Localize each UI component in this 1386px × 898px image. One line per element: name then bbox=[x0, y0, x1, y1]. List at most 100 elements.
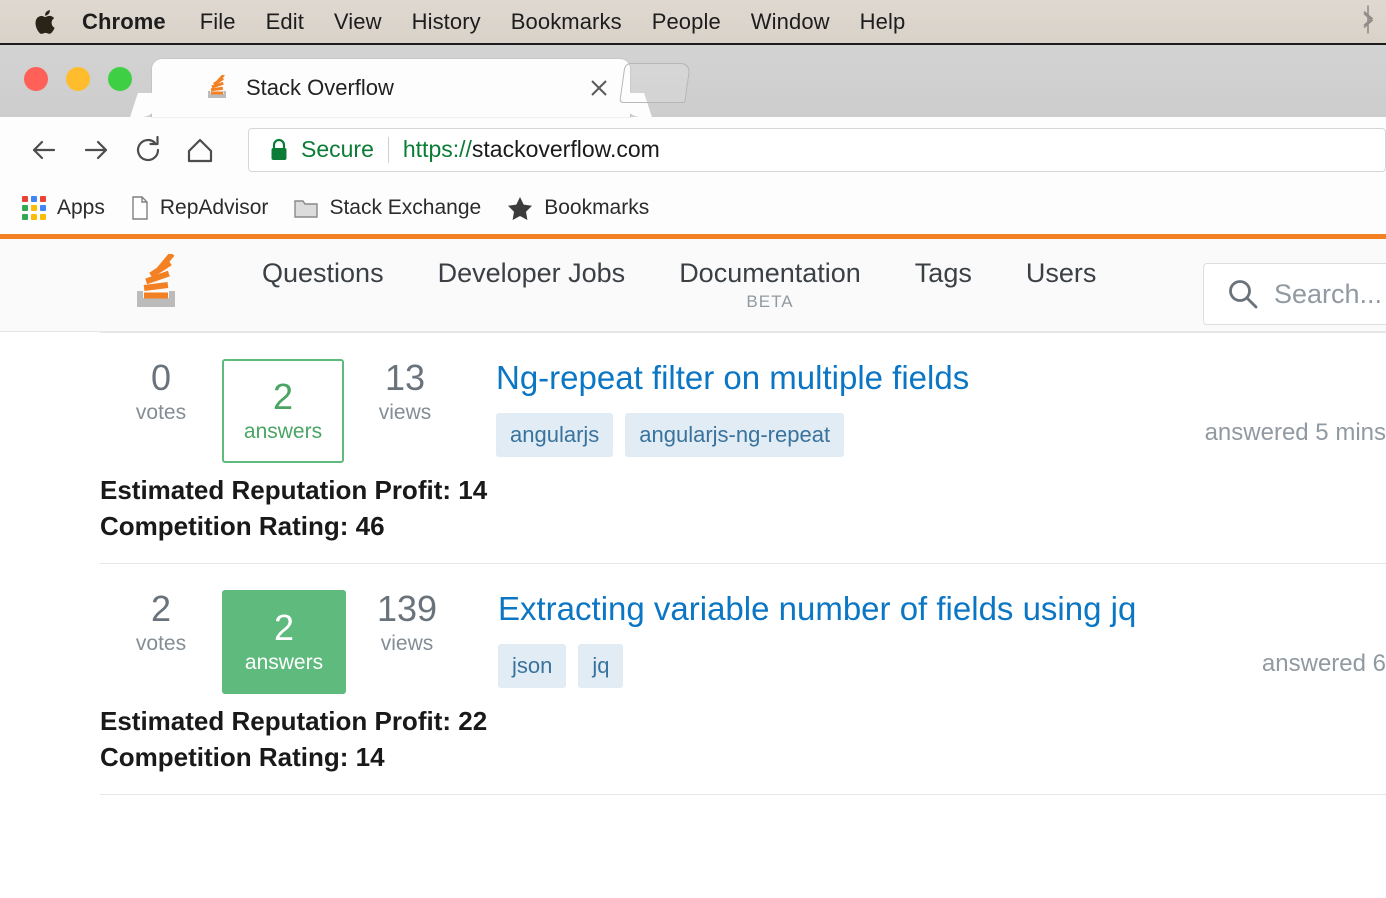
nav-label: Tags bbox=[914, 258, 972, 288]
lock-icon bbox=[269, 138, 289, 162]
answers-count: 2 bbox=[272, 376, 294, 418]
nav-tags[interactable]: Tags bbox=[888, 258, 999, 289]
nav-label: Users bbox=[1025, 258, 1097, 288]
question-meta: answered 5 mins bbox=[1204, 419, 1386, 446]
question-row[interactable]: 2 votes 2 answers 139 views Extracting v… bbox=[0, 564, 1386, 694]
question-tags: json jq bbox=[498, 643, 1386, 688]
macos-menu-bar: Chrome File Edit View History Bookmarks … bbox=[0, 0, 1386, 45]
forward-arrow-icon[interactable] bbox=[70, 124, 122, 176]
site-header: Questions Developer Jobs Documentation B… bbox=[0, 239, 1386, 332]
menu-view[interactable]: View bbox=[334, 9, 382, 35]
window-controls bbox=[24, 67, 132, 91]
question-annotation: Estimated Reputation Profit: 22 Competit… bbox=[0, 694, 1386, 776]
back-arrow-icon[interactable] bbox=[18, 124, 70, 176]
question-summary-item: 2 votes 2 answers 139 views Extracting v… bbox=[0, 564, 1386, 794]
menu-bookmarks[interactable]: Bookmarks bbox=[511, 9, 622, 35]
folder-icon bbox=[294, 197, 319, 219]
votes-stat: 0 votes bbox=[100, 359, 222, 425]
votes-count: 2 bbox=[150, 587, 172, 629]
search-placeholder: Search... bbox=[1274, 278, 1383, 309]
votes-stat: 2 votes bbox=[100, 587, 222, 656]
bookmark-stack-exchange[interactable]: Stack Exchange bbox=[294, 196, 481, 220]
answers-stat: 2 answers bbox=[222, 359, 344, 463]
question-title-link[interactable]: Extracting variable number of fields usi… bbox=[498, 590, 1136, 627]
question-title-link[interactable]: Ng-repeat filter on multiple fields bbox=[496, 359, 969, 396]
bookmark-label: Stack Exchange bbox=[329, 196, 482, 219]
menu-people[interactable]: People bbox=[652, 9, 721, 35]
bluetooth-icon[interactable] bbox=[1358, 4, 1378, 39]
menu-help[interactable]: Help bbox=[860, 9, 906, 35]
search-input[interactable]: Search... bbox=[1203, 263, 1386, 325]
browser-tab[interactable]: Stack Overflow bbox=[152, 59, 630, 117]
menu-window[interactable]: Window bbox=[751, 9, 830, 35]
new-tab-button[interactable] bbox=[619, 63, 691, 103]
bookmark-label: Apps bbox=[57, 196, 105, 219]
competition-rating: Competition Rating: 46 bbox=[100, 510, 385, 541]
question-stats: 2 votes 2 answers 139 views bbox=[100, 587, 468, 694]
apple-logo-icon[interactable] bbox=[34, 7, 60, 37]
close-icon[interactable] bbox=[582, 71, 616, 105]
beta-badge: BETA bbox=[746, 292, 794, 311]
bookmark-label: RepAdvisor bbox=[159, 196, 269, 219]
nav-developer-jobs[interactable]: Developer Jobs bbox=[411, 258, 653, 289]
views-stat: 139 views bbox=[346, 587, 468, 656]
answers-stat-accepted: 2 answers bbox=[222, 589, 346, 694]
document-icon bbox=[131, 196, 149, 220]
tag[interactable]: jq bbox=[578, 643, 624, 688]
menu-file[interactable]: File bbox=[200, 9, 236, 35]
minimize-window-button[interactable] bbox=[66, 67, 90, 91]
estimated-reputation-profit: Estimated Reputation Profit: 22 bbox=[100, 705, 488, 736]
url-host: stackoverflow.com bbox=[471, 136, 660, 162]
votes-label: votes bbox=[135, 400, 187, 424]
nav-label: Developer Jobs bbox=[437, 258, 626, 288]
views-count: 139 bbox=[376, 587, 438, 629]
url-scheme: https:// bbox=[402, 136, 472, 162]
tag[interactable]: json bbox=[498, 643, 567, 688]
nav-users[interactable]: Users bbox=[999, 258, 1124, 289]
menu-history[interactable]: History bbox=[412, 9, 481, 35]
menu-edit[interactable]: Edit bbox=[266, 9, 304, 35]
question-meta: answered 6 bbox=[1261, 649, 1386, 677]
stack-overflow-favicon bbox=[204, 73, 230, 101]
views-label: views bbox=[378, 400, 432, 424]
site-nav: Questions Developer Jobs Documentation B… bbox=[235, 258, 1123, 312]
question-summary-item: 0 votes 2 answers 13 views Ng-repeat fil… bbox=[0, 333, 1386, 563]
nav-documentation[interactable]: Documentation BETA bbox=[652, 258, 888, 312]
browser-toolbar: Secure https:// stackoverflow.com bbox=[0, 117, 1386, 182]
address-bar-separator bbox=[387, 136, 389, 163]
views-stat: 13 views bbox=[344, 359, 466, 425]
nav-questions[interactable]: Questions bbox=[235, 258, 411, 289]
views-label: views bbox=[380, 631, 434, 655]
browser-tab-strip: Stack Overflow bbox=[0, 45, 1386, 117]
nav-label: Documentation bbox=[679, 258, 861, 288]
bookmark-repadvisor[interactable]: RepAdvisor bbox=[131, 196, 269, 220]
apps-grid-icon bbox=[22, 196, 46, 220]
page-viewport: Questions Developer Jobs Documentation B… bbox=[0, 234, 1386, 895]
reload-icon[interactable] bbox=[122, 124, 174, 176]
list-divider bbox=[100, 793, 1386, 795]
close-window-button[interactable] bbox=[24, 67, 48, 91]
address-bar[interactable]: Secure https:// stackoverflow.com bbox=[248, 127, 1386, 172]
votes-count: 0 bbox=[150, 357, 172, 398]
nav-label: Questions bbox=[262, 258, 384, 288]
star-icon bbox=[507, 196, 533, 221]
stack-overflow-logo[interactable] bbox=[125, 251, 187, 316]
question-stats: 0 votes 2 answers 13 views bbox=[100, 359, 466, 463]
maximize-window-button[interactable] bbox=[108, 67, 132, 91]
answers-label: answers bbox=[244, 650, 324, 674]
question-list: 0 votes 2 answers 13 views Ng-repeat fil… bbox=[0, 332, 1386, 795]
votes-label: votes bbox=[135, 631, 187, 655]
security-status-label: Secure bbox=[301, 136, 374, 162]
bookmark-apps[interactable]: Apps bbox=[22, 196, 105, 220]
answers-label: answers bbox=[243, 419, 323, 443]
bookmark-bookmarks[interactable]: Bookmarks bbox=[507, 196, 649, 221]
question-summary: Extracting variable number of fields usi… bbox=[468, 590, 1386, 688]
tag[interactable]: angularjs-ng-repeat bbox=[625, 412, 845, 457]
answers-count: 2 bbox=[273, 606, 295, 648]
menu-chrome[interactable]: Chrome bbox=[82, 9, 166, 35]
search-icon bbox=[1226, 277, 1260, 311]
home-icon[interactable] bbox=[174, 124, 226, 176]
question-annotation: Estimated Reputation Profit: 14 Competit… bbox=[0, 463, 1386, 545]
tag[interactable]: angularjs bbox=[496, 412, 614, 457]
question-row[interactable]: 0 votes 2 answers 13 views Ng-repeat fil… bbox=[0, 333, 1386, 463]
